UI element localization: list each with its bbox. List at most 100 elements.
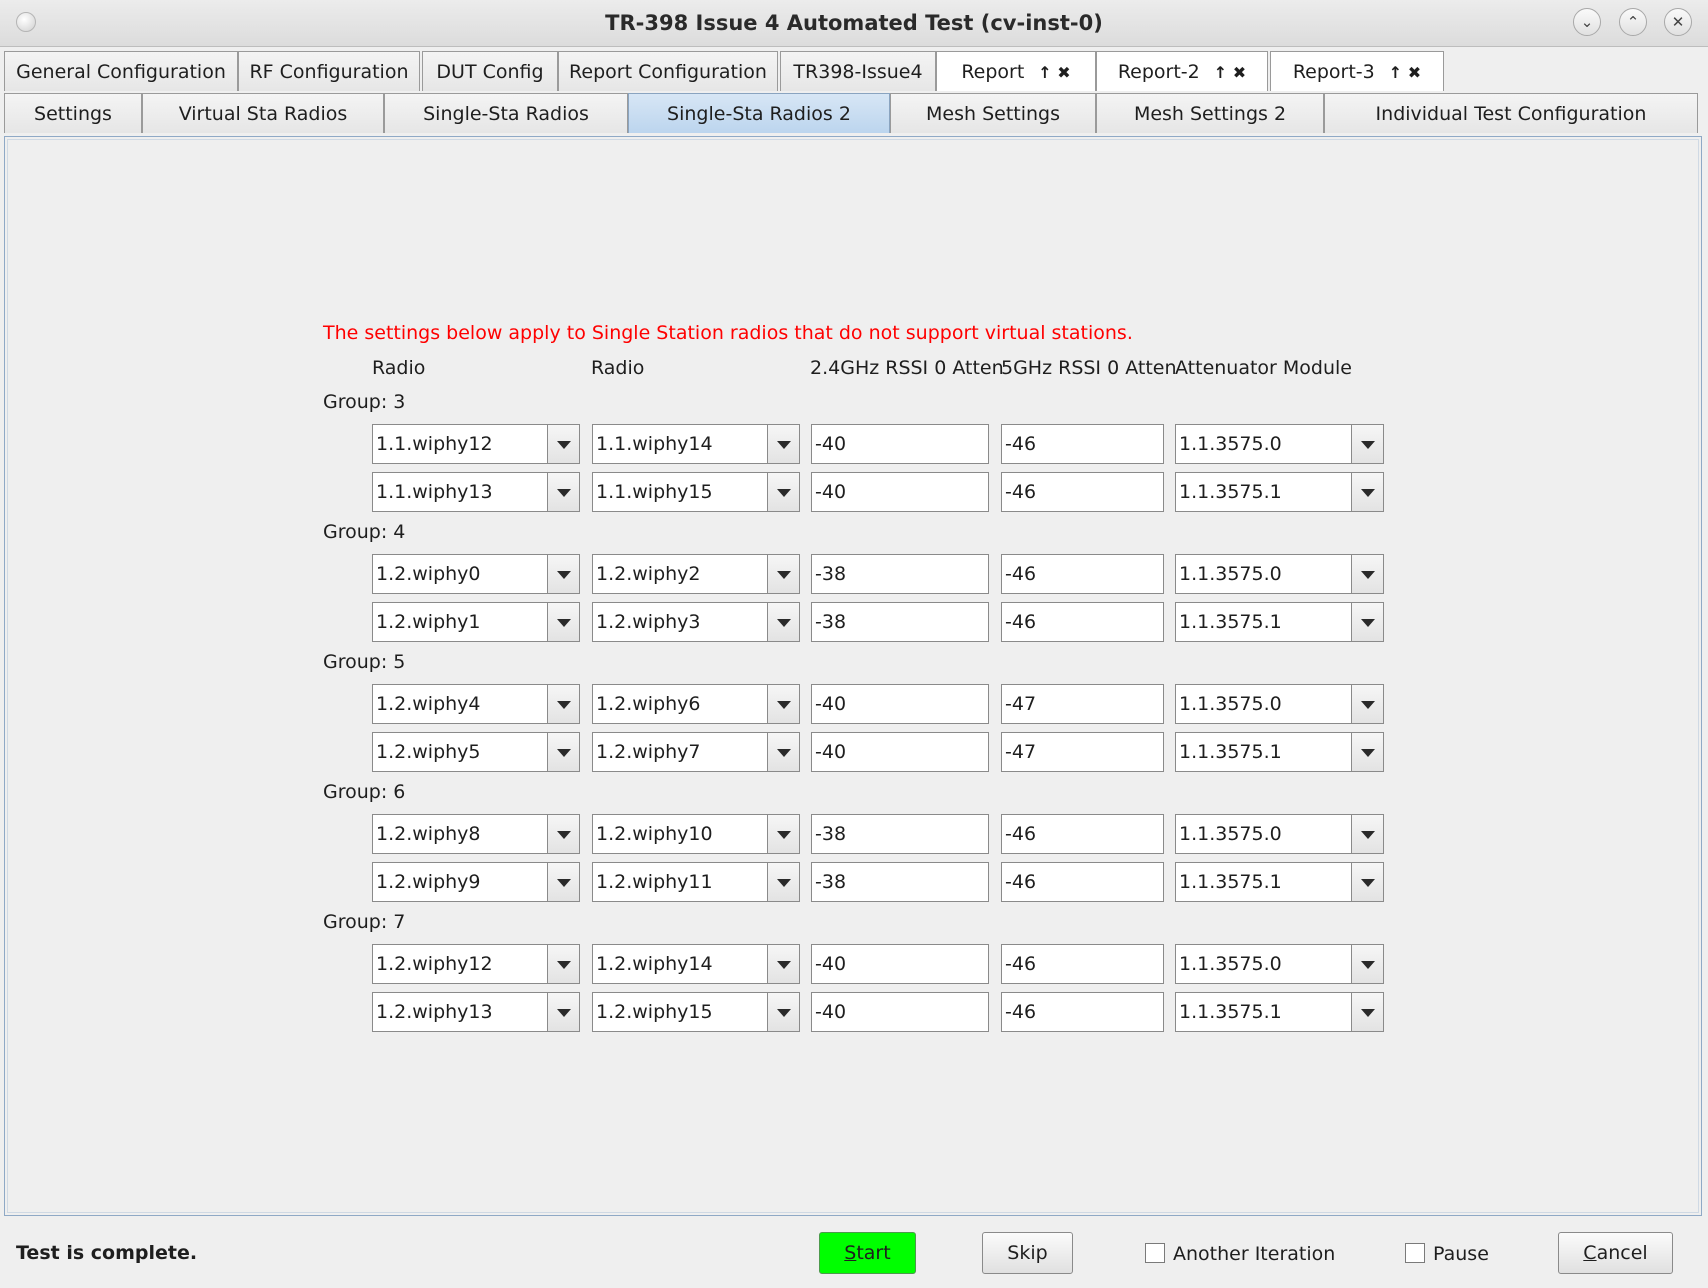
rssi-24ghz-input[interactable]: -40 xyxy=(811,992,989,1032)
cancel-button[interactable]: Cancel xyxy=(1558,1232,1673,1274)
checkbox-box[interactable] xyxy=(1405,1243,1425,1263)
tab-report-2[interactable]: Report-2 ↑ ✖ xyxy=(1096,51,1268,91)
tab-mesh-settings[interactable]: Mesh Settings xyxy=(890,93,1096,133)
rssi-5ghz-input[interactable]: -46 xyxy=(1001,424,1164,464)
radio-2-select[interactable]: 1.2.wiphy15 xyxy=(592,992,800,1032)
dropdown-arrow-icon[interactable] xyxy=(547,863,579,901)
dropdown-arrow-icon[interactable] xyxy=(547,945,579,983)
dropdown-arrow-icon[interactable] xyxy=(1351,945,1383,983)
dropdown-arrow-icon[interactable] xyxy=(767,685,799,723)
radio-1-select[interactable]: 1.2.wiphy0 xyxy=(372,554,580,594)
radio-1-select[interactable]: 1.2.wiphy13 xyxy=(372,992,580,1032)
minimize-button[interactable]: ⌄ xyxy=(1573,8,1601,36)
dropdown-arrow-icon[interactable] xyxy=(547,473,579,511)
radio-1-select[interactable]: 1.2.wiphy9 xyxy=(372,862,580,902)
tab-single-sta-radios[interactable]: Single-Sta Radios xyxy=(384,93,628,133)
rssi-24ghz-input[interactable]: -40 xyxy=(811,684,989,724)
tab-rf-configuration[interactable]: RF Configuration xyxy=(238,51,420,91)
dropdown-arrow-icon[interactable] xyxy=(547,685,579,723)
dropdown-arrow-icon[interactable] xyxy=(1351,993,1383,1031)
dropdown-arrow-icon[interactable] xyxy=(1351,603,1383,641)
maximize-button[interactable]: ⌃ xyxy=(1619,8,1647,36)
tab-dut-config[interactable]: DUT Config xyxy=(422,51,558,91)
attenuator-module-select[interactable]: 1.1.3575.0 xyxy=(1175,944,1384,984)
radio-2-select[interactable]: 1.2.wiphy10 xyxy=(592,814,800,854)
dropdown-arrow-icon[interactable] xyxy=(767,945,799,983)
attenuator-module-select[interactable]: 1.1.3575.1 xyxy=(1175,862,1384,902)
dropdown-arrow-icon[interactable] xyxy=(1351,863,1383,901)
radio-1-select[interactable]: 1.2.wiphy4 xyxy=(372,684,580,724)
rssi-24ghz-input[interactable]: -40 xyxy=(811,944,989,984)
rssi-5ghz-input[interactable]: -46 xyxy=(1001,944,1164,984)
rssi-5ghz-input[interactable]: -46 xyxy=(1001,472,1164,512)
tab-report-3[interactable]: Report-3 ↑ ✖ xyxy=(1270,51,1444,91)
radio-2-select[interactable]: 1.2.wiphy11 xyxy=(592,862,800,902)
another-iteration-checkbox[interactable]: Another Iteration xyxy=(1145,1243,1335,1265)
attenuator-module-select[interactable]: 1.1.3575.0 xyxy=(1175,814,1384,854)
radio-1-select[interactable]: 1.1.wiphy13 xyxy=(372,472,580,512)
start-button[interactable]: Start xyxy=(819,1232,916,1274)
radio-2-select[interactable]: 1.2.wiphy2 xyxy=(592,554,800,594)
radio-1-select[interactable]: 1.2.wiphy5 xyxy=(372,732,580,772)
rssi-5ghz-input[interactable]: -47 xyxy=(1001,732,1164,772)
dropdown-arrow-icon[interactable] xyxy=(547,425,579,463)
tab-general-configuration[interactable]: General Configuration xyxy=(4,51,238,91)
tab-float-close-icons[interactable]: ↑ ✖ xyxy=(1389,63,1421,82)
radio-2-select[interactable]: 1.1.wiphy15 xyxy=(592,472,800,512)
radio-2-select[interactable]: 1.2.wiphy14 xyxy=(592,944,800,984)
skip-button[interactable]: Skip xyxy=(982,1232,1073,1274)
pause-checkbox[interactable]: Pause xyxy=(1405,1243,1489,1265)
rssi-5ghz-input[interactable]: -46 xyxy=(1001,814,1164,854)
dropdown-arrow-icon[interactable] xyxy=(767,425,799,463)
dropdown-arrow-icon[interactable] xyxy=(1351,733,1383,771)
dropdown-arrow-icon[interactable] xyxy=(547,993,579,1031)
rssi-24ghz-input[interactable]: -40 xyxy=(811,424,989,464)
tab-float-close-icons[interactable]: ↑ ✖ xyxy=(1038,63,1070,82)
attenuator-module-select[interactable]: 1.1.3575.0 xyxy=(1175,554,1384,594)
dropdown-arrow-icon[interactable] xyxy=(767,555,799,593)
attenuator-module-select[interactable]: 1.1.3575.1 xyxy=(1175,472,1384,512)
attenuator-module-select[interactable]: 1.1.3575.1 xyxy=(1175,992,1384,1032)
dropdown-arrow-icon[interactable] xyxy=(767,993,799,1031)
rssi-5ghz-input[interactable]: -46 xyxy=(1001,992,1164,1032)
radio-1-select[interactable]: 1.1.wiphy12 xyxy=(372,424,580,464)
radio-1-select[interactable]: 1.2.wiphy1 xyxy=(372,602,580,642)
rssi-24ghz-input[interactable]: -38 xyxy=(811,602,989,642)
tab-report-configuration[interactable]: Report Configuration xyxy=(558,51,778,91)
dropdown-arrow-icon[interactable] xyxy=(767,815,799,853)
tab-individual-test-configuration[interactable]: Individual Test Configuration xyxy=(1324,93,1698,133)
dropdown-arrow-icon[interactable] xyxy=(767,473,799,511)
rssi-24ghz-input[interactable]: -38 xyxy=(811,814,989,854)
rssi-24ghz-input[interactable]: -38 xyxy=(811,554,989,594)
dropdown-arrow-icon[interactable] xyxy=(1351,473,1383,511)
rssi-5ghz-input[interactable]: -46 xyxy=(1001,862,1164,902)
dropdown-arrow-icon[interactable] xyxy=(1351,555,1383,593)
attenuator-module-select[interactable]: 1.1.3575.1 xyxy=(1175,602,1384,642)
tab-single-sta-radios-2[interactable]: Single-Sta Radios 2 xyxy=(628,93,890,133)
dropdown-arrow-icon[interactable] xyxy=(1351,425,1383,463)
dropdown-arrow-icon[interactable] xyxy=(767,603,799,641)
dropdown-arrow-icon[interactable] xyxy=(547,815,579,853)
rssi-24ghz-input[interactable]: -38 xyxy=(811,862,989,902)
attenuator-module-select[interactable]: 1.1.3575.0 xyxy=(1175,684,1384,724)
tab-settings[interactable]: Settings xyxy=(4,93,142,133)
rssi-5ghz-input[interactable]: -46 xyxy=(1001,554,1164,594)
tab-virtual-sta-radios[interactable]: Virtual Sta Radios xyxy=(142,93,384,133)
radio-2-select[interactable]: 1.1.wiphy14 xyxy=(592,424,800,464)
close-button[interactable]: ✕ xyxy=(1664,8,1692,36)
radio-2-select[interactable]: 1.2.wiphy6 xyxy=(592,684,800,724)
tab-mesh-settings-2[interactable]: Mesh Settings 2 xyxy=(1096,93,1324,133)
dropdown-arrow-icon[interactable] xyxy=(767,733,799,771)
attenuator-module-select[interactable]: 1.1.3575.1 xyxy=(1175,732,1384,772)
checkbox-box[interactable] xyxy=(1145,1243,1165,1263)
dropdown-arrow-icon[interactable] xyxy=(547,733,579,771)
tab-tr398-issue4[interactable]: TR398-Issue4 xyxy=(780,51,936,91)
rssi-24ghz-input[interactable]: -40 xyxy=(811,732,989,772)
dropdown-arrow-icon[interactable] xyxy=(547,603,579,641)
tab-report[interactable]: Report ↑ ✖ xyxy=(936,51,1096,91)
rssi-24ghz-input[interactable]: -40 xyxy=(811,472,989,512)
dropdown-arrow-icon[interactable] xyxy=(547,555,579,593)
dropdown-arrow-icon[interactable] xyxy=(1351,685,1383,723)
radio-1-select[interactable]: 1.2.wiphy8 xyxy=(372,814,580,854)
rssi-5ghz-input[interactable]: -47 xyxy=(1001,684,1164,724)
